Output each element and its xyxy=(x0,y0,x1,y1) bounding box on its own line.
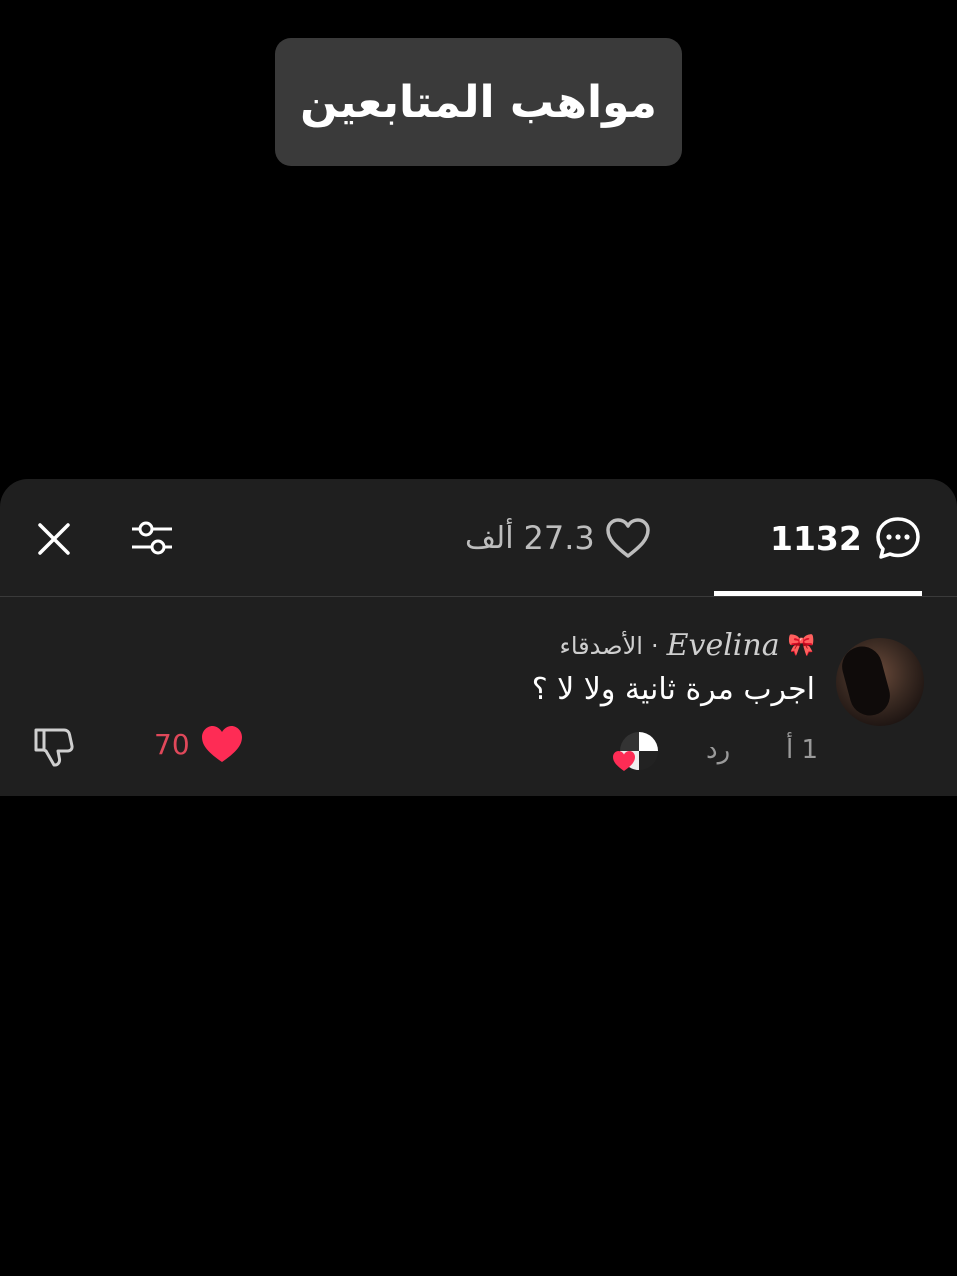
close-button[interactable] xyxy=(34,519,74,559)
dislike-button[interactable] xyxy=(30,724,76,770)
active-tab-indicator xyxy=(714,591,922,596)
comment-text: اجرب مرة ثانية ولا لا ؟ xyxy=(531,672,815,707)
tab-likes[interactable]: ألف 27.3 xyxy=(465,513,651,563)
heart-filled-icon xyxy=(201,726,242,762)
tab-comments[interactable]: 1132 xyxy=(770,513,922,563)
reply-button[interactable]: رد xyxy=(706,735,730,765)
comment-time: 1 أ xyxy=(786,735,819,765)
filter-icon xyxy=(132,521,172,555)
title-banner: مواهب المتابعين xyxy=(275,38,682,166)
relation-label: الأصدقاء xyxy=(559,631,643,660)
sheet-header: ألف 27.3 1132 xyxy=(0,479,957,597)
heart-filled-icon xyxy=(613,751,635,771)
likes-unit: ألف xyxy=(465,520,514,556)
comment-bubble-icon xyxy=(876,517,920,559)
filter-button[interactable] xyxy=(128,515,176,563)
comment-like-button[interactable]: 70 xyxy=(154,724,244,764)
separator-dot: · xyxy=(650,631,659,660)
comments-count: 1132 xyxy=(770,518,862,558)
comment-like-count: 70 xyxy=(154,727,190,761)
comment-username[interactable]: Evelina xyxy=(667,628,780,663)
likes-count: 27.3 xyxy=(523,519,595,557)
banner-title: مواهب المتابعين xyxy=(300,76,657,128)
comment-meta: 🎀 Evelina · الأصدقاء xyxy=(560,628,815,663)
heart-outline-icon xyxy=(606,518,650,558)
creator-liked-badge xyxy=(612,730,660,774)
ribbon-badge: 🎀 xyxy=(787,633,815,658)
close-icon xyxy=(38,523,70,555)
thumbs-down-icon xyxy=(34,728,74,767)
avatar[interactable] xyxy=(836,638,924,726)
